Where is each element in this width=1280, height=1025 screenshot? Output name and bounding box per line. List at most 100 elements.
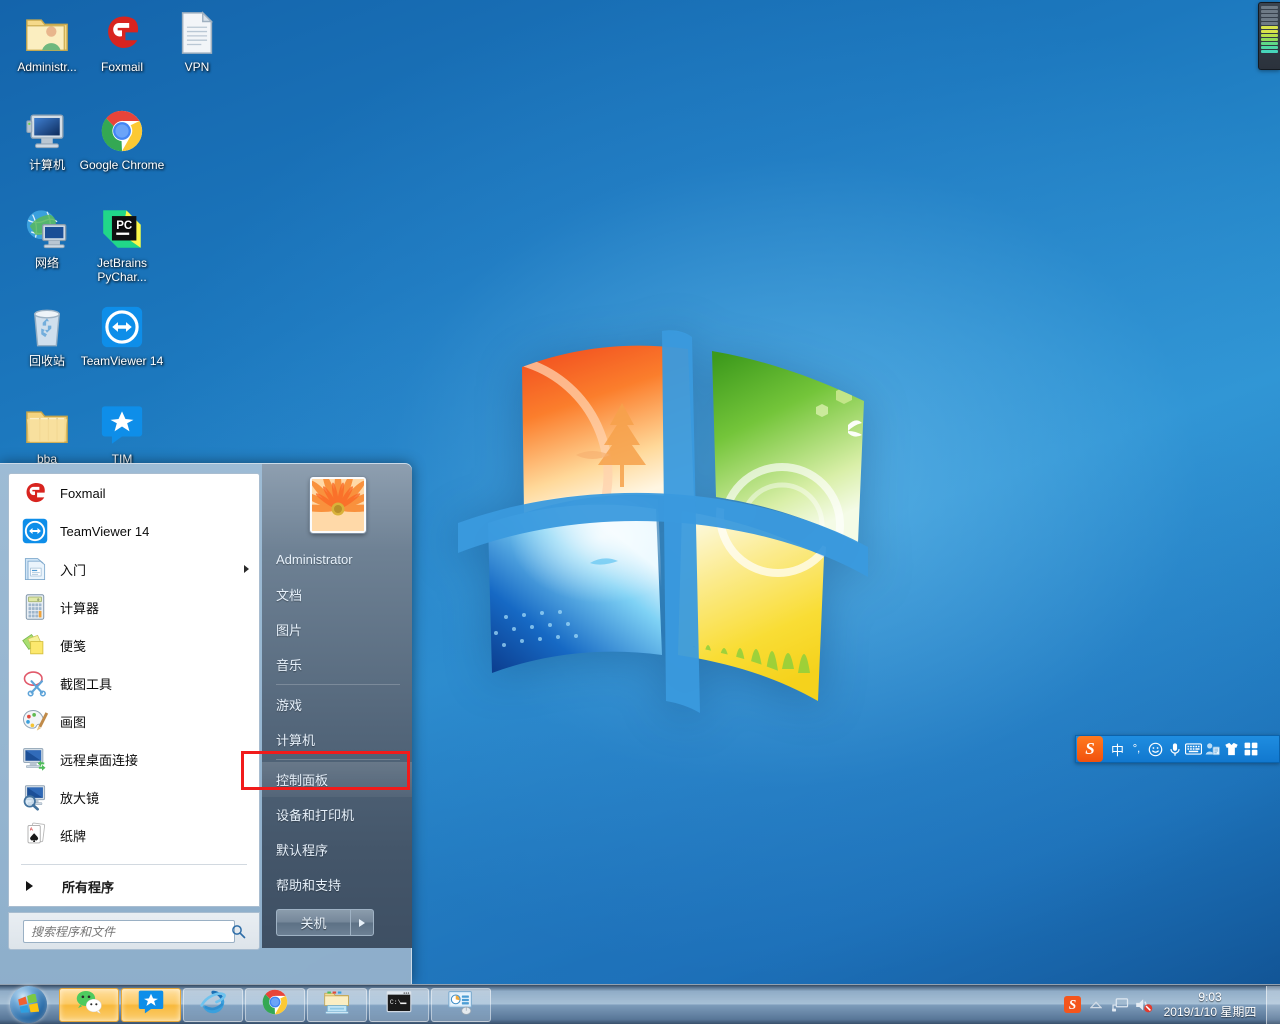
internet-explorer-icon (199, 988, 227, 1021)
teamviewer-icon (20, 516, 50, 546)
start-menu-search-area (8, 912, 260, 950)
recycle-bin-icon (4, 300, 90, 350)
search-icon (231, 924, 246, 944)
start-menu-item-label: 入门 (60, 562, 87, 578)
start-menu-item-label: 便笺 (60, 638, 87, 654)
start-menu-item-7[interactable]: 远程桌面连接 (9, 740, 259, 778)
start-menu-item-label: 放大镜 (60, 790, 100, 806)
start-menu-right-item-8[interactable]: 帮助和支持 (262, 867, 412, 902)
tim-icon (137, 988, 165, 1021)
folder-icon (4, 398, 90, 448)
desktop-icon-label: TeamViewer 14 (80, 354, 164, 368)
desktop-icon-teamviewer14[interactable]: TeamViewer 14 (79, 300, 165, 368)
start-menu-item-4[interactable]: 便笺 (9, 626, 259, 664)
meter-gadget[interactable] (1258, 2, 1280, 70)
start-menu-item-8[interactable]: 放大镜 (9, 778, 259, 816)
desktop-icon-bba[interactable]: bba (4, 398, 90, 466)
search-input[interactable] (23, 920, 235, 943)
skin-icon[interactable] (1222, 736, 1241, 762)
system-tray: S 9:03 2019/1/10 星期四 (1060, 985, 1280, 1025)
all-programs-button[interactable]: 所有程序 (9, 866, 259, 906)
desktop-icon-label: 网络 (34, 256, 59, 270)
shutdown-button[interactable]: 关机 (276, 909, 350, 936)
start-menu-right-item-label: 帮助和支持 (276, 878, 342, 893)
sogou-ime-icon[interactable]: S (1060, 985, 1084, 1025)
start-menu[interactable]: Foxmail TeamViewer 14 入门 0 计算器便笺截图工具 画图 远程桌面连接… (0, 463, 412, 984)
desktop-icon-label: Foxmail (100, 60, 143, 74)
desktop-icon-网络[interactable]: 网络 (4, 202, 90, 270)
start-menu-item-6[interactable]: 画图 (9, 702, 259, 740)
taskbar-button-group: C:\ (59, 987, 491, 1022)
taskbar-explorer[interactable] (307, 987, 367, 1022)
desktop-icon-tim[interactable]: TIM (79, 398, 165, 466)
start-menu-item-2[interactable]: 入门 (9, 550, 259, 588)
desktop-icon-vpn[interactable]: VPN (154, 6, 240, 74)
network-tray-icon[interactable] (1108, 985, 1132, 1025)
desktop-icon-label: Google Chrome (79, 158, 165, 172)
desktop-icon-label: 计算机 (28, 158, 65, 172)
start-menu-item-1[interactable]: TeamViewer 14 (9, 512, 259, 550)
avatar[interactable] (310, 477, 366, 533)
taskbar-chrome[interactable] (245, 987, 305, 1022)
gadget-bar (1261, 30, 1278, 33)
desktop-icon-label: VPN (184, 60, 210, 74)
taskbar-cmd[interactable]: C:\ (369, 987, 429, 1022)
desktop-icon-计算机[interactable]: 计算机 (4, 104, 90, 172)
taskbar[interactable]: C:\ S 9:03 2019/1/10 星期四 (0, 984, 1280, 1024)
teamviewer-icon (79, 300, 165, 350)
volume-muted-icon[interactable] (1132, 985, 1156, 1025)
sogou-logo-icon[interactable]: S (1077, 736, 1103, 762)
start-menu-user-name[interactable]: Administrator (262, 542, 412, 577)
chevron-right-icon (359, 918, 365, 927)
gadget-bar (1261, 42, 1278, 45)
desktop-icon-jetbrainspychar[interactable]: PC JetBrains PyChar... (79, 202, 165, 284)
chinese-mode-icon[interactable]: 中 (1108, 736, 1127, 762)
start-menu-right-item-1[interactable]: 图片 (262, 612, 412, 647)
shutdown-options-button[interactable] (350, 909, 374, 936)
microphone-icon[interactable] (1165, 736, 1184, 762)
start-menu-item-9[interactable]: A 纸牌 (9, 816, 259, 854)
start-menu-item-0[interactable]: Foxmail (9, 474, 259, 512)
start-menu-item-label: 纸牌 (60, 828, 87, 844)
clock-time: 9:03 (1198, 989, 1222, 1004)
desktop-icon-label: 回收站 (28, 354, 65, 368)
taskbar-clock[interactable]: 9:03 2019/1/10 星期四 (1156, 985, 1264, 1025)
taskbar-control-panel[interactable] (431, 987, 491, 1022)
user-folder-icon (4, 6, 90, 56)
punctuation-icon[interactable]: °, (1127, 736, 1146, 762)
show-desktop-button[interactable] (1266, 985, 1280, 1024)
start-orb[interactable] (1, 986, 55, 1024)
start-menu-item-5[interactable]: 截图工具 (9, 664, 259, 702)
start-menu-item-3[interactable]: 0 计算器 (9, 588, 259, 626)
start-menu-right-item-6[interactable]: 设备和打印机 (262, 797, 412, 832)
start-menu-right-item-4[interactable]: 计算机 (262, 722, 412, 757)
taskbar-wechat[interactable] (59, 987, 119, 1022)
soft-keyboard-icon[interactable] (1184, 736, 1203, 762)
calculator-icon: 0 (20, 592, 50, 622)
sticky-notes-icon (20, 630, 50, 660)
toolbox-icon[interactable] (1203, 736, 1222, 762)
emoji-icon[interactable] (1146, 736, 1165, 762)
chrome-icon (79, 104, 165, 154)
show-hidden-icons-icon[interactable] (1084, 985, 1108, 1025)
sogou-ime-toolbar[interactable]: S 中 °, (1075, 735, 1280, 763)
start-menu-right-item-0[interactable]: 文档 (262, 577, 412, 612)
desktop-icon-administr[interactable]: Administr... (4, 6, 90, 74)
clock-date: 2019/1/10 星期四 (1163, 1004, 1257, 1019)
desktop[interactable]: Administr... Foxmail VPN 计算机 Google Chrome 网络… (0, 0, 1280, 984)
start-menu-right-item-5[interactable]: 控制面板 (262, 762, 412, 797)
start-menu-right-item-2[interactable]: 音乐 (262, 647, 412, 682)
start-menu-right-item-7[interactable]: 默认程序 (262, 832, 412, 867)
start-menu-right-item-label: 控制面板 (276, 773, 329, 788)
svg-text:PC: PC (116, 220, 132, 232)
gadget-bar (1261, 18, 1278, 21)
text-file-icon (154, 6, 240, 56)
start-menu-right-item-3[interactable]: 游戏 (262, 687, 412, 722)
apps-grid-icon[interactable] (1241, 736, 1260, 762)
desktop-icon-googlechrome[interactable]: Google Chrome (79, 104, 165, 172)
desktop-icon-回收站[interactable]: 回收站 (4, 300, 90, 368)
taskbar-tim[interactable] (121, 987, 181, 1022)
desktop-icon-foxmail[interactable]: Foxmail (79, 6, 165, 74)
pycharm-icon: PC (79, 202, 165, 252)
taskbar-ie[interactable] (183, 987, 243, 1022)
